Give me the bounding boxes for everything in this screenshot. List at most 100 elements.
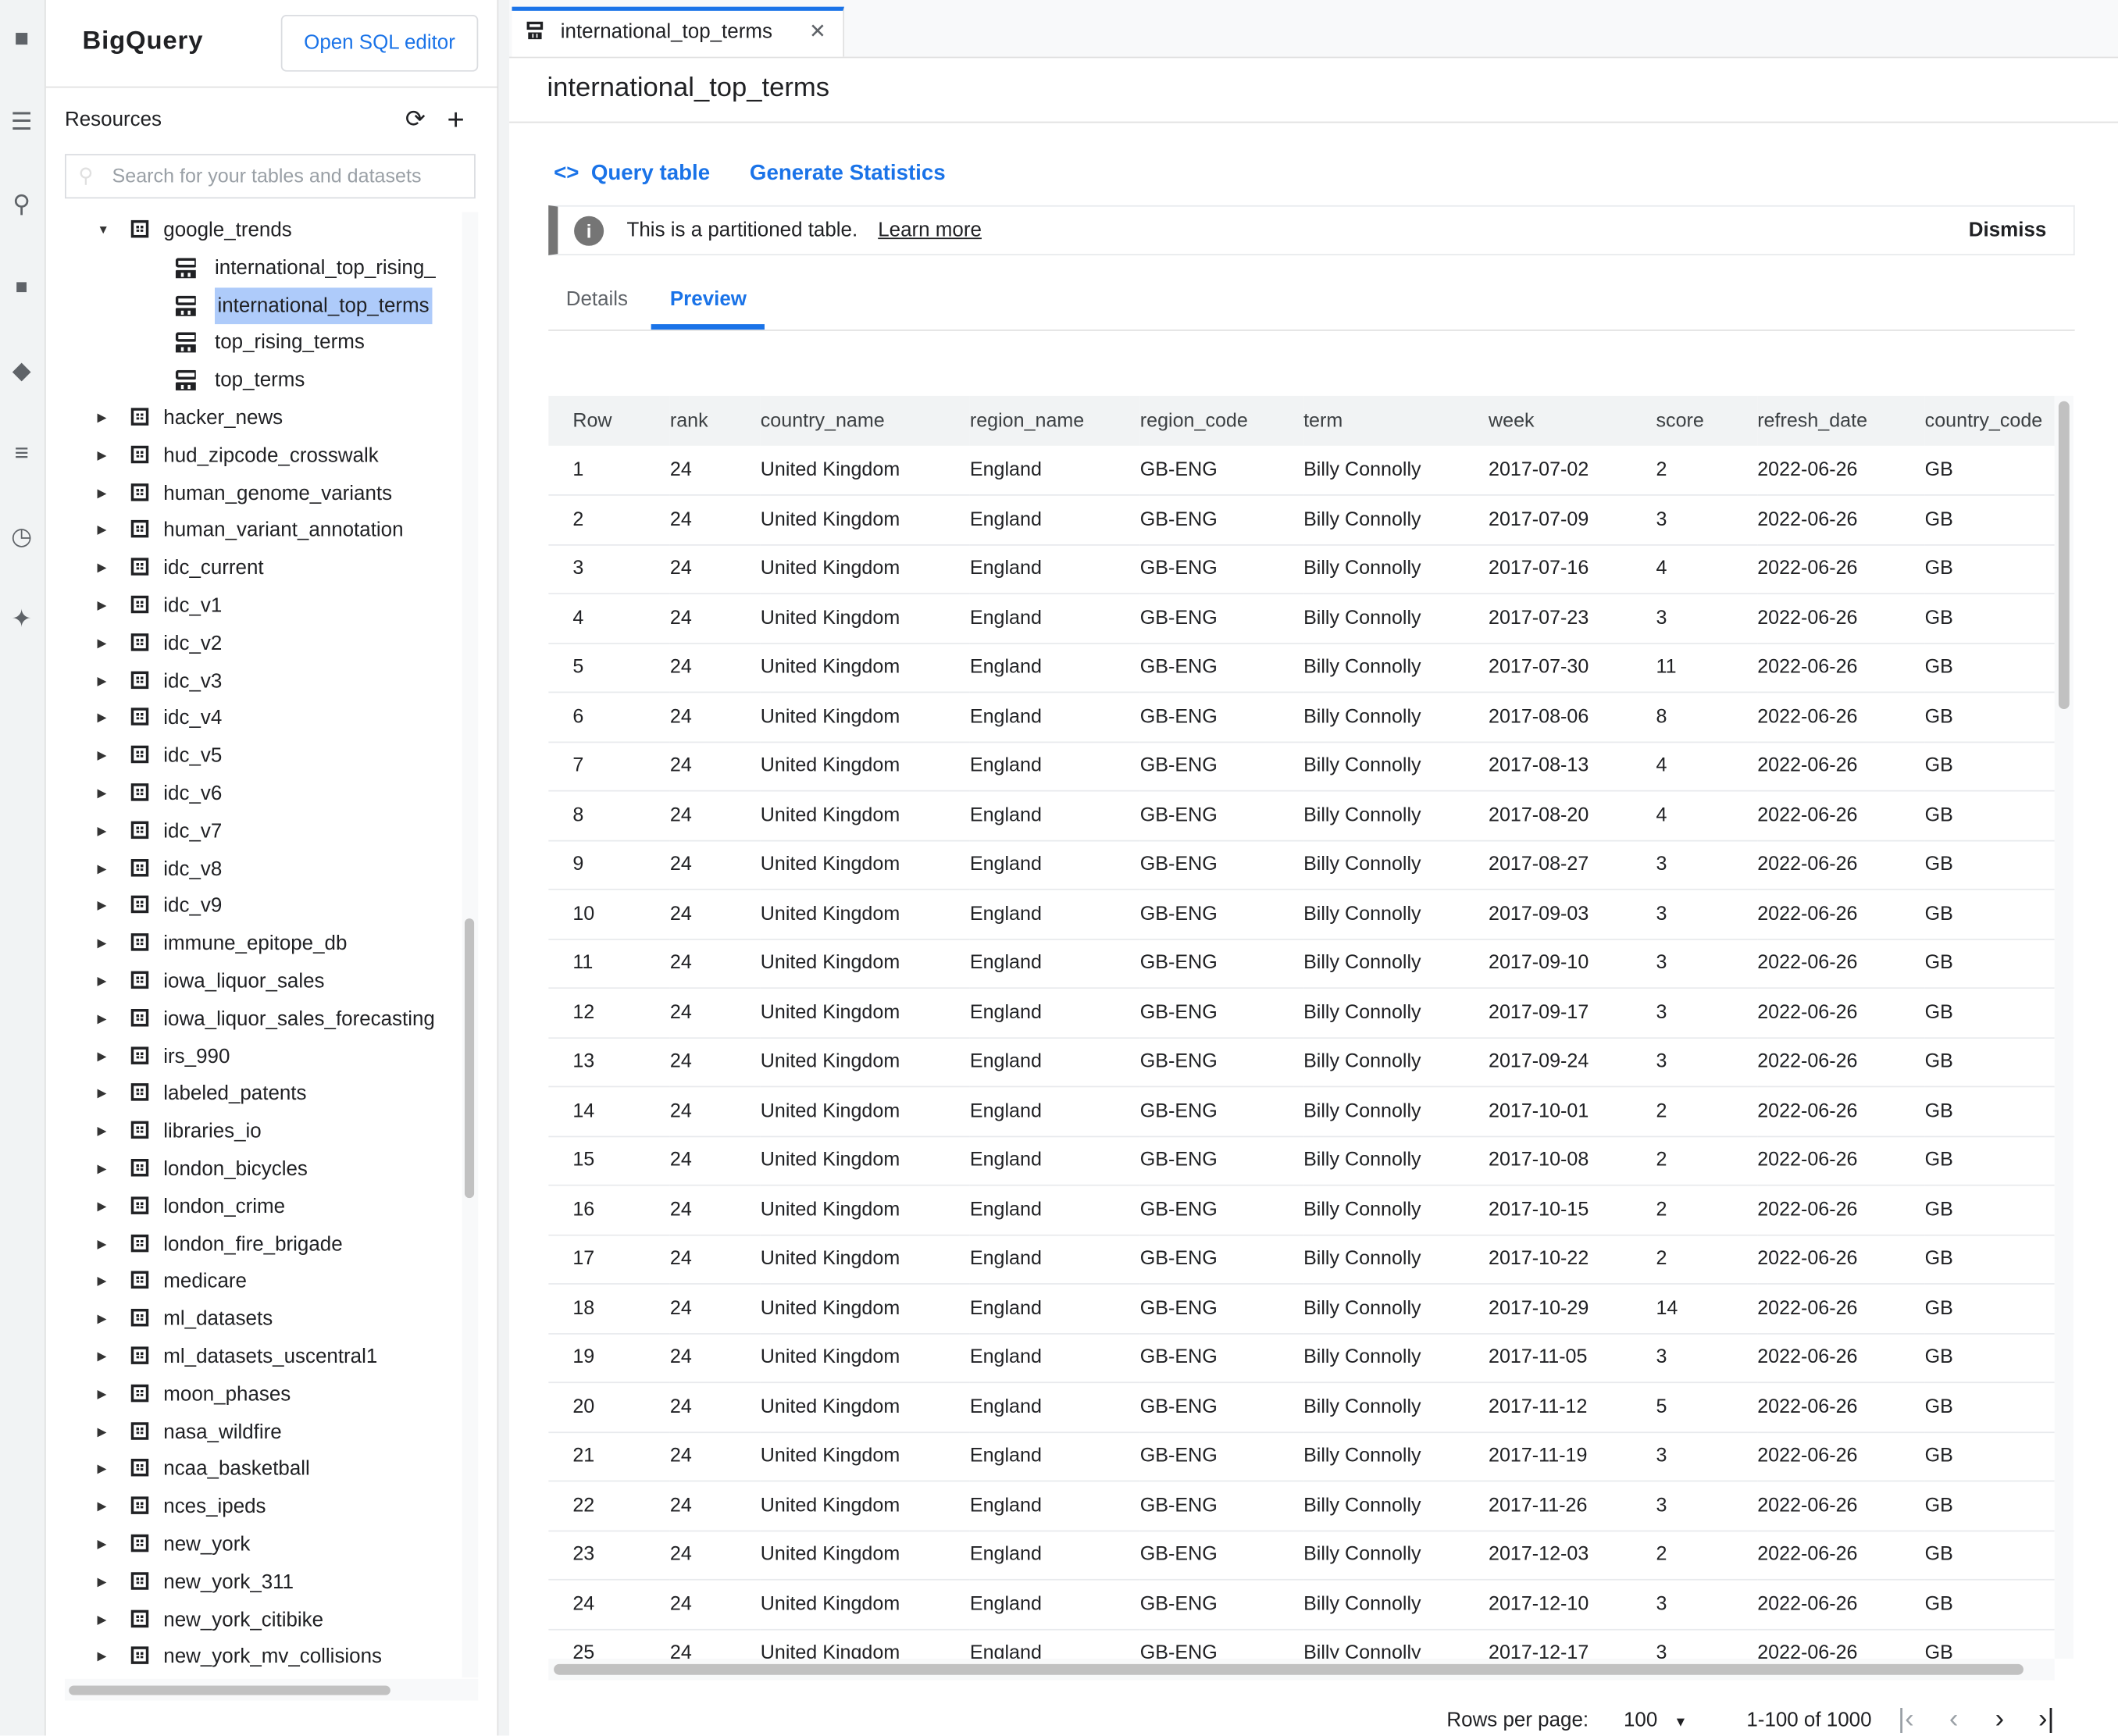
tree-dataset-item[interactable]: ▶ hud_zipcode_crosswalk — [46, 437, 457, 474]
tree-dataset-item[interactable]: ▶ idc_v4 — [46, 700, 457, 737]
close-tab-icon[interactable]: ✕ — [809, 11, 826, 54]
rows-per-page-select[interactable]: 100 ▼ — [1624, 1709, 1687, 1731]
expand-caret-icon[interactable]: ▶ — [98, 400, 107, 437]
previous-page-icon[interactable]: ‹ — [1949, 1705, 1959, 1736]
tree-dataset-item[interactable]: ▶ new_york_mv_collisions — [46, 1639, 457, 1676]
tab-details[interactable]: Details — [566, 287, 628, 310]
tree-dataset-item[interactable]: ▶ iowa_liquor_sales — [46, 963, 457, 1000]
tree-dataset-item[interactable]: ▶ new_york — [46, 1526, 457, 1563]
tree-dataset-item[interactable]: ▶ idc_current — [46, 550, 457, 586]
tree-dataset-item[interactable]: ▶ nasa_wildfire — [46, 1413, 457, 1450]
tree-dataset-item[interactable]: ▶ medicare — [46, 1264, 457, 1300]
tree-dataset-item[interactable]: ▶ labeled_patents — [46, 1075, 457, 1112]
history-icon[interactable]: ◷ — [7, 522, 37, 551]
expand-caret-icon[interactable]: ▶ — [98, 1075, 107, 1112]
expand-caret-icon[interactable]: ▶ — [98, 1488, 107, 1525]
expand-caret-icon[interactable]: ▶ — [98, 437, 107, 474]
puzzle-icon[interactable]: ✦ — [7, 604, 37, 633]
expand-caret-icon[interactable]: ▶ — [98, 625, 107, 661]
tree-dataset-item[interactable]: ▶ libraries_io — [46, 1114, 457, 1150]
git-icon[interactable]: ◆ — [7, 355, 37, 385]
collapse-caret-icon[interactable]: ▼ — [98, 212, 109, 249]
search-input[interactable]: Search for your tables and datasets — [65, 154, 476, 199]
expand-caret-icon[interactable]: ▶ — [98, 700, 107, 737]
expand-caret-icon[interactable]: ▶ — [98, 1000, 107, 1037]
expand-caret-icon[interactable]: ▶ — [98, 738, 107, 775]
tree-dataset-item[interactable]: ▶ idc_v1 — [46, 587, 457, 624]
expand-caret-icon[interactable]: ▶ — [98, 1301, 107, 1338]
generate-statistics-button[interactable]: Generate Statistics — [750, 162, 946, 187]
tree-dataset-item[interactable]: ▶ idc_v6 — [46, 775, 457, 812]
refresh-icon[interactable]: ⟳ — [405, 105, 426, 134]
expand-caret-icon[interactable]: ▶ — [98, 888, 107, 925]
tree-dataset-item[interactable]: ▼ google_trends — [46, 212, 457, 249]
tree-dataset-item[interactable]: ▶ human_variant_annotation — [46, 512, 457, 549]
tab-preview[interactable]: Preview — [670, 287, 747, 310]
analytics-search-icon[interactable]: ⚲ — [7, 189, 37, 219]
tree-dataset-item[interactable]: ▶ new_york_311 — [46, 1564, 457, 1601]
expand-caret-icon[interactable]: ▶ — [98, 963, 107, 1000]
stop-icon[interactable]: ⏹ — [7, 272, 37, 301]
expand-caret-icon[interactable]: ▶ — [98, 663, 107, 700]
tree-dataset-item[interactable]: ▶ idc_v7 — [46, 813, 457, 850]
expand-caret-icon[interactable]: ▶ — [98, 1151, 107, 1188]
query-table-button[interactable]: <> Query table — [554, 162, 710, 187]
expand-caret-icon[interactable]: ▶ — [98, 1114, 107, 1150]
tree-dataset-item[interactable]: ▶ idc_v2 — [46, 625, 457, 661]
tree-dataset-item[interactable]: ▶ hacker_news — [46, 400, 457, 437]
tree-dataset-item[interactable]: ▶ iowa_liquor_sales_forecasting — [46, 1000, 457, 1037]
tree-dataset-item[interactable]: ▶ new_york_citibike — [46, 1602, 457, 1638]
tree-table-item[interactable]: top_terms — [46, 362, 457, 399]
sidebar-vertical-scroll-thumb[interactable] — [464, 918, 475, 1199]
next-page-icon[interactable]: › — [1995, 1705, 2005, 1736]
tree-dataset-item[interactable]: ▶ ncaa_basketball — [46, 1451, 457, 1488]
tree-dataset-item[interactable]: ▶ idc_v8 — [46, 850, 457, 887]
open-sql-editor-button[interactable]: Open SQL editor — [280, 15, 479, 72]
expand-caret-icon[interactable]: ▶ — [98, 1526, 107, 1563]
expand-caret-icon[interactable]: ▶ — [98, 850, 107, 887]
folder-icon[interactable]: ■ — [7, 23, 37, 52]
expand-caret-icon[interactable]: ▶ — [98, 813, 107, 850]
last-page-icon[interactable]: ›| — [2038, 1705, 2055, 1736]
tree-dataset-item[interactable]: ▶ moon_phases — [46, 1376, 457, 1413]
expand-caret-icon[interactable]: ▶ — [98, 1226, 107, 1263]
expand-caret-icon[interactable]: ▶ — [98, 1264, 107, 1300]
expand-caret-icon[interactable]: ▶ — [98, 475, 107, 512]
tree-dataset-item[interactable]: ▶ nces_ipeds — [46, 1488, 457, 1525]
first-page-icon[interactable]: |‹ — [1898, 1705, 1914, 1736]
tree-table-item[interactable]: top_rising_terms — [46, 325, 457, 362]
add-icon[interactable]: + — [447, 102, 464, 137]
tree-dataset-item[interactable]: ▶ human_genome_variants — [46, 475, 457, 512]
bullet-list-icon[interactable]: ≡ — [7, 437, 37, 467]
learn-more-link[interactable]: Learn more — [878, 207, 982, 255]
expand-caret-icon[interactable]: ▶ — [98, 1564, 107, 1601]
tree-table-item[interactable]: international_top_terms — [46, 287, 457, 324]
expand-caret-icon[interactable]: ▶ — [98, 1413, 107, 1450]
tree-dataset-item[interactable]: ▶ london_fire_brigade — [46, 1226, 457, 1263]
expand-caret-icon[interactable]: ▶ — [98, 512, 107, 549]
expand-caret-icon[interactable]: ▶ — [98, 1189, 107, 1225]
table-vertical-scroll-thumb[interactable] — [2058, 401, 2070, 710]
expand-caret-icon[interactable]: ▶ — [98, 775, 107, 812]
tree-dataset-item[interactable]: ▶ london_bicycles — [46, 1151, 457, 1188]
tree-table-item[interactable]: international_top_rising_ — [46, 250, 457, 287]
tree-dataset-item[interactable]: ▶ irs_990 — [46, 1038, 457, 1075]
list-icon[interactable]: ☰ — [7, 107, 37, 137]
expand-caret-icon[interactable]: ▶ — [98, 1639, 107, 1676]
sidebar-horizontal-scroll-thumb[interactable] — [69, 1685, 390, 1695]
expand-caret-icon[interactable]: ▶ — [98, 1038, 107, 1075]
expand-caret-icon[interactable]: ▶ — [98, 550, 107, 586]
expand-caret-icon[interactable]: ▶ — [98, 1451, 107, 1488]
tree-dataset-item[interactable]: ▶ london_crime — [46, 1189, 457, 1225]
expand-caret-icon[interactable]: ▶ — [98, 1339, 107, 1375]
tree-dataset-item[interactable]: ▶ idc_v5 — [46, 738, 457, 775]
expand-caret-icon[interactable]: ▶ — [98, 587, 107, 624]
tree-dataset-item[interactable]: ▶ ml_datasets_uscentral1 — [46, 1339, 457, 1375]
tree-dataset-item[interactable]: ▶ idc_v9 — [46, 888, 457, 925]
expand-caret-icon[interactable]: ▶ — [98, 1602, 107, 1638]
expand-caret-icon[interactable]: ▶ — [98, 925, 107, 962]
dismiss-button[interactable]: Dismiss — [1969, 207, 2047, 255]
table-horizontal-scroll-thumb[interactable] — [554, 1663, 2024, 1675]
expand-caret-icon[interactable]: ▶ — [98, 1376, 107, 1413]
tab-international-top-terms[interactable]: international_top_terms ✕ — [512, 6, 844, 57]
